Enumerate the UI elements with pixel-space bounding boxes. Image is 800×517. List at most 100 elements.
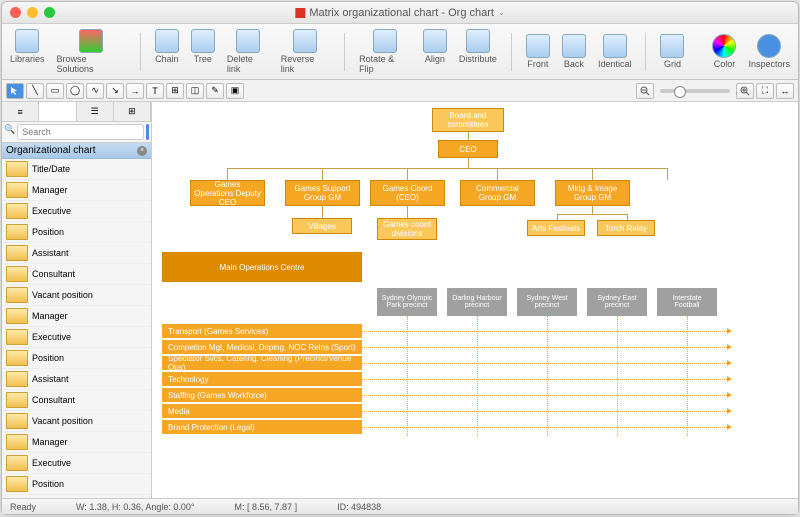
reverse-link-button[interactable]: Reverse link: [281, 29, 330, 74]
close-window-button[interactable]: [10, 7, 21, 18]
search-input[interactable]: [17, 124, 144, 140]
zoom-in-button[interactable]: [736, 83, 754, 99]
line-tool[interactable]: ╲: [26, 83, 44, 99]
align-button[interactable]: Align: [423, 29, 447, 74]
curve-tool[interactable]: ∿: [86, 83, 104, 99]
sidebar-item[interactable]: Manager: [2, 432, 151, 453]
precinct-header[interactable]: Sydney West precinct: [517, 288, 577, 316]
node-main-ops[interactable]: Main Operations Centre: [162, 252, 362, 282]
minimize-window-button[interactable]: [27, 7, 38, 18]
matrix-row-label[interactable]: Transport (Games Services): [162, 324, 362, 338]
node-commercial[interactable]: Commercial Group GM: [460, 180, 535, 206]
sidebar-item[interactable]: Position: [2, 474, 151, 495]
distribute-button[interactable]: Distribute: [459, 29, 497, 74]
matrix-row-label[interactable]: Spectator Svcs, Catering, Cleaning (Prec…: [162, 356, 362, 370]
sidebar-item[interactable]: Consultant: [2, 264, 151, 285]
sidebar-library-header[interactable]: Organizational chart ×: [2, 143, 151, 159]
sidebar-item[interactable]: Position: [2, 222, 151, 243]
shape-thumb-icon: [6, 371, 28, 387]
sidebar-item[interactable]: Executive: [2, 327, 151, 348]
precinct-header[interactable]: Darling Harbour precinct: [447, 288, 507, 316]
chain-button[interactable]: Chain: [155, 29, 179, 74]
front-button[interactable]: Front: [526, 34, 550, 69]
fit-page-button[interactable]: ⛶: [756, 83, 774, 99]
rect-tool[interactable]: ▭: [46, 83, 64, 99]
node-games-ops[interactable]: Games Operations Deputy CEO: [190, 180, 265, 206]
connector-tool[interactable]: ↘: [106, 83, 124, 99]
zoom-slider[interactable]: [660, 89, 730, 93]
sidebar-item[interactable]: Vacant position: [2, 285, 151, 306]
matrix-row-label[interactable]: Brand Protection (Legal): [162, 420, 362, 434]
browse-solutions-button[interactable]: Browse Solutions: [57, 29, 126, 74]
back-button[interactable]: Back: [562, 34, 586, 69]
status-mouse: M: [ 8.56, 7.87 ]: [235, 502, 298, 512]
tree-button[interactable]: Tree: [191, 29, 215, 74]
status-id: ID: 494838: [337, 502, 381, 512]
snap-tool[interactable]: ◫: [186, 83, 204, 99]
grid-button[interactable]: Grid: [660, 34, 684, 69]
sidebar-item-label: Assistant: [32, 248, 69, 258]
sidebar-tab-3[interactable]: ☰: [77, 102, 114, 121]
zoom-out-button[interactable]: [636, 83, 654, 99]
sidebar-tab-4[interactable]: ⊞: [114, 102, 151, 121]
node-villages[interactable]: Villages: [292, 218, 352, 234]
node-mktg[interactable]: Mktg & Image Group GM: [555, 180, 630, 206]
precinct-header[interactable]: Sydney East precinct: [587, 288, 647, 316]
shape-thumb-icon: [6, 350, 28, 366]
search-button[interactable]: [146, 124, 149, 140]
node-board[interactable]: Board and committees: [432, 108, 504, 132]
pencil-tool[interactable]: ✎: [206, 83, 224, 99]
shape-thumb-icon: [6, 392, 28, 408]
sidebar-item[interactable]: Assistant: [2, 369, 151, 390]
close-library-icon[interactable]: ×: [137, 146, 147, 156]
connector-line: [227, 168, 228, 180]
node-coord-div[interactable]: Games coord divisions: [377, 218, 437, 240]
matrix-row-label[interactable]: Technology: [162, 372, 362, 386]
matrix-row-label[interactable]: Staffing (Games Workforce): [162, 388, 362, 402]
sidebar-item[interactable]: Manager: [2, 306, 151, 327]
arrow-tool[interactable]: →: [126, 83, 144, 99]
fit-width-button[interactable]: ↔: [776, 83, 794, 99]
matrix-vline: [547, 316, 548, 436]
canvas[interactable]: Board and committees CEO Games Operations …: [152, 102, 798, 498]
ellipse-tool[interactable]: ◯: [66, 83, 84, 99]
sidebar-item-label: Consultant: [32, 269, 75, 279]
sidebar-item[interactable]: Assistant: [2, 243, 151, 264]
precinct-header[interactable]: Interstate Football: [657, 288, 717, 316]
fill-tool[interactable]: ▣: [226, 83, 244, 99]
color-button[interactable]: Color: [712, 34, 736, 69]
sidebar-item[interactable]: Manager: [2, 180, 151, 201]
node-torch[interactable]: Torch Relay: [597, 220, 655, 236]
sidebar-item[interactable]: Position: [2, 348, 151, 369]
matrix-vline: [617, 316, 618, 436]
sidebar-tab-1[interactable]: ≡: [2, 102, 39, 121]
zoom-window-button[interactable]: [44, 7, 55, 18]
rotate-flip-button[interactable]: Rotate & Flip: [359, 29, 411, 74]
sidebar-item[interactable]: Title/Date: [2, 159, 151, 180]
chevron-down-icon[interactable]: ⌄: [498, 8, 505, 17]
matrix-row-label[interactable]: Competion Mgt, Medical, Doping, NOC Reln…: [162, 340, 362, 354]
canvas-area[interactable]: Board and committees CEO Games Operations …: [152, 102, 798, 498]
sidebar-item[interactable]: Executive: [2, 453, 151, 474]
delete-link-button[interactable]: Delete link: [227, 29, 269, 74]
matrix-row-label[interactable]: Media: [162, 404, 362, 418]
shape-thumb-icon: [6, 266, 28, 282]
node-arts[interactable]: Arts Festivals: [527, 220, 585, 236]
statusbar: Ready W: 1.38, H: 0.36, Angle: 0.00° M: …: [2, 498, 798, 514]
chain-icon: [155, 29, 179, 53]
pointer-tool[interactable]: [6, 83, 24, 99]
sidebar-item[interactable]: Vacant position: [2, 411, 151, 432]
text-tool[interactable]: T: [146, 83, 164, 99]
node-games-coord[interactable]: Games Coord (CEO): [370, 180, 445, 206]
sidebar-item[interactable]: Consultant: [2, 390, 151, 411]
precinct-header[interactable]: Sydney Olympic Park precinct: [377, 288, 437, 316]
grid-tool[interactable]: ⊞: [166, 83, 184, 99]
matrix-vline: [687, 316, 688, 436]
inspectors-button[interactable]: Inspectors: [748, 34, 790, 69]
sidebar-item[interactable]: Executive: [2, 201, 151, 222]
identical-button[interactable]: Identical: [598, 34, 632, 69]
sidebar-tab-2[interactable]: [39, 102, 76, 121]
node-games-support[interactable]: Games Support Group GM: [285, 180, 360, 206]
node-ceo[interactable]: CEO: [438, 140, 498, 158]
libraries-button[interactable]: Libraries: [10, 29, 45, 74]
